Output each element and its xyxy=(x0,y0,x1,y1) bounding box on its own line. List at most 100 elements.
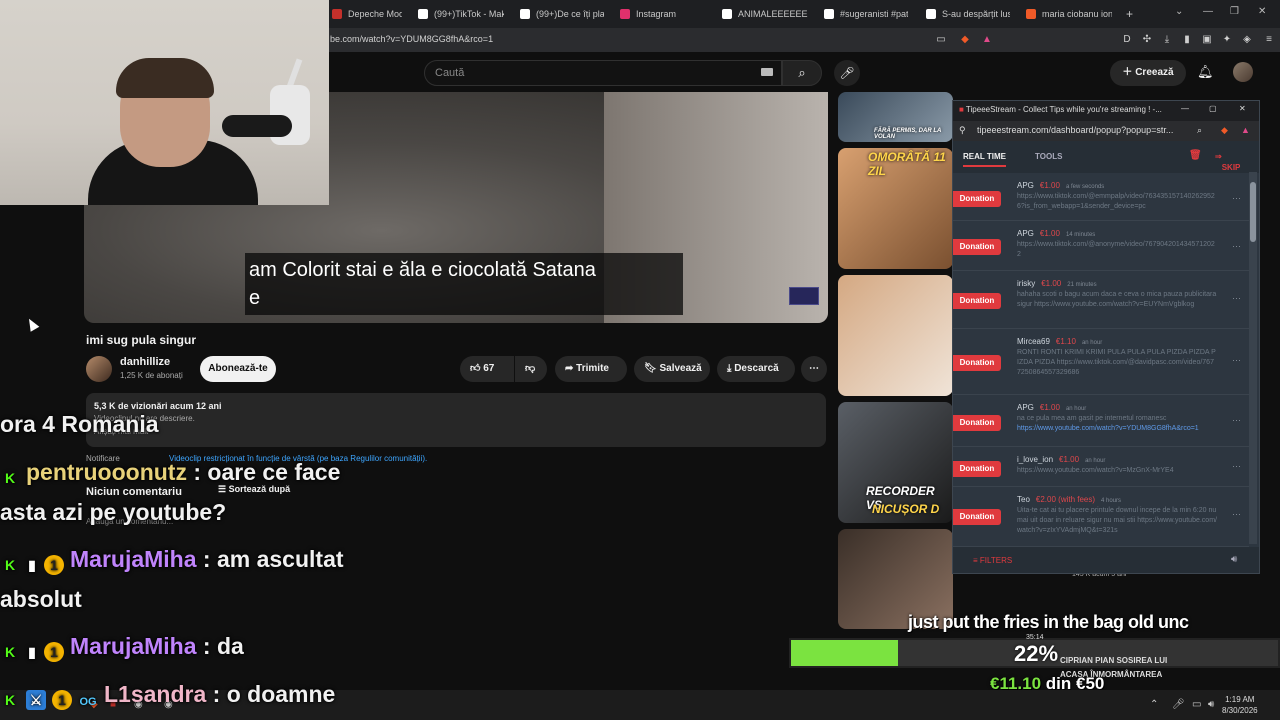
brave-rewards-icon[interactable]: ▲ xyxy=(1241,125,1250,135)
browser-tab[interactable]: ANIMALEEEEEEEEEE xyxy=(722,4,808,24)
search-icon[interactable]: ⌕ xyxy=(1197,125,1202,136)
leo-icon[interactable]: ✦ xyxy=(1220,33,1234,47)
mic-tray-icon[interactable]: 🎤︎ xyxy=(1172,699,1185,710)
search-input[interactable]: Caută xyxy=(424,60,782,86)
donation-row[interactable]: Donation APG €1.00 a few seconds https://w… xyxy=(953,173,1249,221)
more-icon[interactable]: ⋯ xyxy=(1232,293,1241,304)
popup-address-bar: ⚲ tipeeestream.com/dashboard/popup?popup… xyxy=(953,121,1259,141)
volume-icon[interactable]: 🔊︎ xyxy=(1231,554,1237,565)
close-icon[interactable]: ✕ xyxy=(1258,6,1266,17)
browser-tab[interactable]: #sugeranisti #patre xyxy=(824,4,908,24)
chat-text: : oare ce face xyxy=(186,459,341,485)
thumbs-down-icon: 👎︎ xyxy=(525,363,536,374)
wallet-icon[interactable]: ▣ xyxy=(1200,33,1214,47)
dislike-button[interactable]: 👎︎ xyxy=(515,356,547,382)
tiktok-icon xyxy=(722,9,732,19)
donation-row[interactable]: Donation Mircea69 €1.10 an hour RONTI RONT… xyxy=(953,329,1249,395)
donation-row[interactable]: Donation irisky €1.00 21 minutes hahaha sc… xyxy=(953,271,1249,329)
like-button[interactable]: 👍︎ 67 xyxy=(460,356,514,382)
donation-tag: Donation xyxy=(953,415,1001,431)
brave-shields-icon[interactable]: ◆ xyxy=(1221,125,1228,136)
donor-line: Teo €2.00 (with fees) 4 hours xyxy=(1017,495,1121,504)
url-field[interactable]: be.com/watch?v=YDUM8GG8fhA&rco=1 xyxy=(330,34,493,44)
cast-icon[interactable]: ▭ xyxy=(934,33,948,47)
volume-icon[interactable]: 🔊︎ xyxy=(1208,699,1214,710)
vpn-icon[interactable]: ◈ xyxy=(1240,33,1254,47)
more-icon[interactable]: ⋯ xyxy=(1232,241,1241,252)
tiktok-icon xyxy=(520,9,530,19)
share-button[interactable]: ➦ Trimite xyxy=(555,356,627,382)
system-clock[interactable]: 1:19 AM 8/30/2026 xyxy=(1222,694,1258,716)
new-tab-button[interactable]: + xyxy=(1126,4,1140,24)
description-box[interactable]: 5,3 K de vizionări acum 12 ani Videoclip… xyxy=(86,393,826,447)
more-icon[interactable]: ⋯ xyxy=(1232,461,1241,472)
tab-tools[interactable]: TOOLS xyxy=(1035,152,1062,161)
search-button[interactable]: ⌕ xyxy=(782,60,822,86)
site-info-icon[interactable]: ⚲ xyxy=(959,125,966,136)
browser-tab[interactable]: maria ciobanu ion c xyxy=(1026,4,1112,24)
kick-badge-icon: K xyxy=(4,470,16,486)
minimize-icon[interactable]: — xyxy=(1181,104,1189,113)
browser-tab[interactable]: Depeche Mode - P xyxy=(332,4,402,24)
recommendation-thumbnail[interactable]: FĂRĂ PERMIS, DAR LA VOLAN xyxy=(838,92,953,142)
donation-link[interactable]: https://www.youtube.com/watch?v=YDUM8GG8… xyxy=(1017,424,1217,434)
donation-row[interactable]: Donation Teo €2.00 (with fees) 4 hours Uit… xyxy=(953,487,1249,547)
trash-icon[interactable]: 🗑︎ xyxy=(1189,150,1202,161)
recommendation-thumbnail[interactable] xyxy=(838,275,953,396)
minimize-icon[interactable]: — xyxy=(1203,6,1213,17)
sidebar-icon[interactable]: ▮ xyxy=(1180,33,1194,47)
create-button[interactable]: ＋ Creează xyxy=(1110,60,1186,86)
youtube-icon xyxy=(332,9,342,19)
channel-name[interactable]: danhillize xyxy=(120,356,170,368)
chat-text: : da xyxy=(196,633,244,659)
channel-avatar[interactable] xyxy=(86,356,112,382)
download-icon[interactable]: ⤓ xyxy=(1160,33,1174,47)
brave-rewards-icon[interactable]: ▲ xyxy=(980,33,994,47)
tab-real-time[interactable]: REAL TIME xyxy=(963,152,1006,167)
download-button[interactable]: ⤓ Descarcă xyxy=(717,356,795,382)
menu-icon[interactable]: ≡ xyxy=(1262,33,1276,47)
microphone xyxy=(222,115,292,137)
more-actions-button[interactable]: ⋯ xyxy=(801,356,827,382)
skip-button[interactable]: ⇒ SKIP xyxy=(1215,152,1240,172)
browser-tab[interactable]: (99+)De ce îți place xyxy=(520,4,604,24)
donation-tag: Donation xyxy=(953,509,1001,525)
more-icon[interactable]: ⋯ xyxy=(1232,509,1241,520)
tray-chevron-icon[interactable]: ⌃ xyxy=(1150,699,1158,710)
maximize-icon[interactable]: ▢ xyxy=(1209,104,1217,113)
subscribe-button[interactable]: Abonează-te xyxy=(200,356,276,382)
voice-search-button[interactable]: 🎤︎ xyxy=(834,60,860,86)
chat-username: pentruooonutz xyxy=(26,459,187,485)
browser-tab[interactable]: S-au despărțit lusti xyxy=(926,4,1010,24)
donor-name: APG xyxy=(1017,181,1034,190)
network-icon[interactable]: ▭ xyxy=(1192,699,1201,710)
donation-row[interactable]: Donation APG €1.00 an hour na ce pula mea … xyxy=(953,395,1249,447)
og-badge-icon: OG xyxy=(79,696,97,708)
browser-tab[interactable]: (99+)TikTok - Make xyxy=(418,4,504,24)
recommendation-thumbnail[interactable]: RECORDER VS NICUȘOR D xyxy=(838,402,953,523)
popup-scrollbar[interactable] xyxy=(1249,172,1257,544)
save-button[interactable]: 🔖︎ Salvează xyxy=(634,356,710,382)
donation-tag: Donation xyxy=(953,461,1001,477)
notifications-bell-icon[interactable]: 🔔︎ xyxy=(1197,64,1214,80)
recommendation-thumbnail[interactable]: OMORÂTĂ 11 ZIL xyxy=(838,148,953,269)
extensions-icon[interactable]: ✣ xyxy=(1140,33,1154,47)
more-icon[interactable]: ⋯ xyxy=(1232,193,1241,204)
scrollbar-thumb[interactable] xyxy=(1250,182,1256,242)
tiktok-icon xyxy=(926,9,936,19)
donation-row[interactable]: Donation APG €1.00 14 minutes https://www.… xyxy=(953,221,1249,271)
popup-url[interactable]: tipeeestream.com/dashboard/popup?popup=s… xyxy=(977,125,1173,135)
more-icon[interactable]: ⋯ xyxy=(1232,355,1241,366)
close-icon[interactable]: ✕ xyxy=(1239,104,1246,113)
donation-message: https://www.tiktok.com/@anonyme/video/76… xyxy=(1017,241,1215,258)
maximize-icon[interactable]: ❐ xyxy=(1230,6,1239,17)
tab-search-icon[interactable]: ⌄ xyxy=(1175,6,1183,17)
brave-shields-icon[interactable]: ◆ xyxy=(958,33,972,47)
more-icon[interactable]: ⋯ xyxy=(1232,415,1241,426)
extension-d-icon[interactable]: D xyxy=(1120,33,1134,47)
keyboard-icon[interactable] xyxy=(761,68,773,76)
browser-tab[interactable]: Instagram xyxy=(620,4,700,24)
donation-row[interactable]: Donation i_love_ion €1.00 an hour https://… xyxy=(953,447,1249,487)
filters-button[interactable]: ≡ FILTERS xyxy=(973,556,1012,565)
user-avatar[interactable] xyxy=(1233,62,1253,82)
